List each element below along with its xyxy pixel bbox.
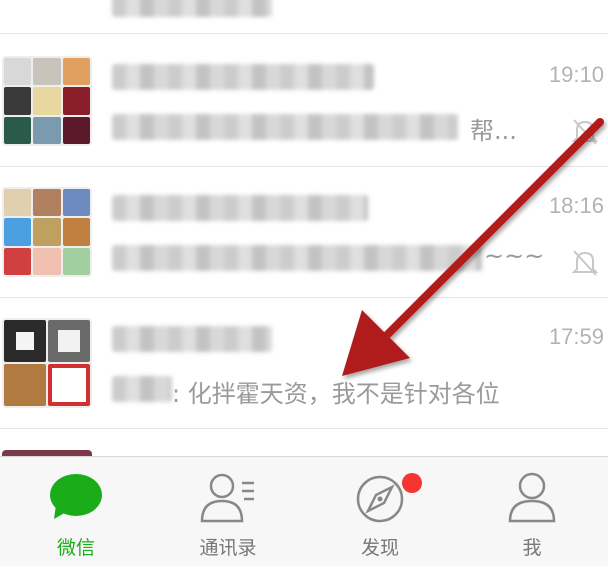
tab-chats[interactable]: 微信: [0, 457, 152, 567]
tab-bar: 微信 通讯录 发现 我: [0, 456, 608, 566]
chat-row[interactable]: 17:59 : 化拌霍天资，我不是针对各位: [0, 298, 608, 429]
mute-icon: [572, 250, 598, 276]
person-icon: [508, 472, 556, 523]
chat-row-partial[interactable]: [0, 0, 608, 34]
chat-row[interactable]: 19:10 帮...: [0, 36, 608, 167]
chat-list: 19:10 帮... 18:16 ~~~ 17:59: 化拌霍天资，我不是针对…: [0, 0, 608, 456]
chat-time: 18:16: [548, 193, 604, 218]
tab-label: 发现: [360, 537, 399, 559]
mute-icon: [572, 119, 598, 145]
chat-row-partial[interactable]: [0, 430, 608, 456]
tab-label: 微信: [56, 537, 95, 559]
chat-name-redacted: [112, 64, 374, 90]
chat-time: 17:59: [548, 324, 604, 349]
chat-preview-redacted: [112, 245, 482, 271]
chat-preview: ~~~: [484, 242, 545, 270]
chat-bubble-icon: [50, 474, 102, 519]
tab-contacts[interactable]: 通讯录: [152, 457, 304, 567]
group-avatar: [2, 56, 92, 146]
chat-name-redacted: [112, 326, 272, 352]
compass-icon: [356, 475, 404, 523]
tab-label: 我: [522, 537, 542, 559]
chat-preview-redacted: [112, 376, 172, 402]
group-avatar: [2, 187, 92, 277]
tab-discover[interactable]: 发现: [304, 457, 456, 567]
group-avatar: [2, 318, 92, 408]
tab-me[interactable]: 我: [456, 457, 608, 567]
contacts-icon: [200, 473, 254, 523]
chat-row[interactable]: 18:16 ~~~: [0, 167, 608, 298]
chat-name-redacted: [112, 195, 368, 221]
notification-badge: [402, 473, 422, 493]
chat-time: 19:10: [548, 62, 604, 87]
chat-preview: : 化拌霍天资，我不是针对各位: [172, 380, 500, 408]
chat-preview-redacted: [112, 114, 458, 140]
tab-label: 通讯录: [199, 537, 257, 559]
chat-preview: 帮...: [470, 117, 517, 145]
